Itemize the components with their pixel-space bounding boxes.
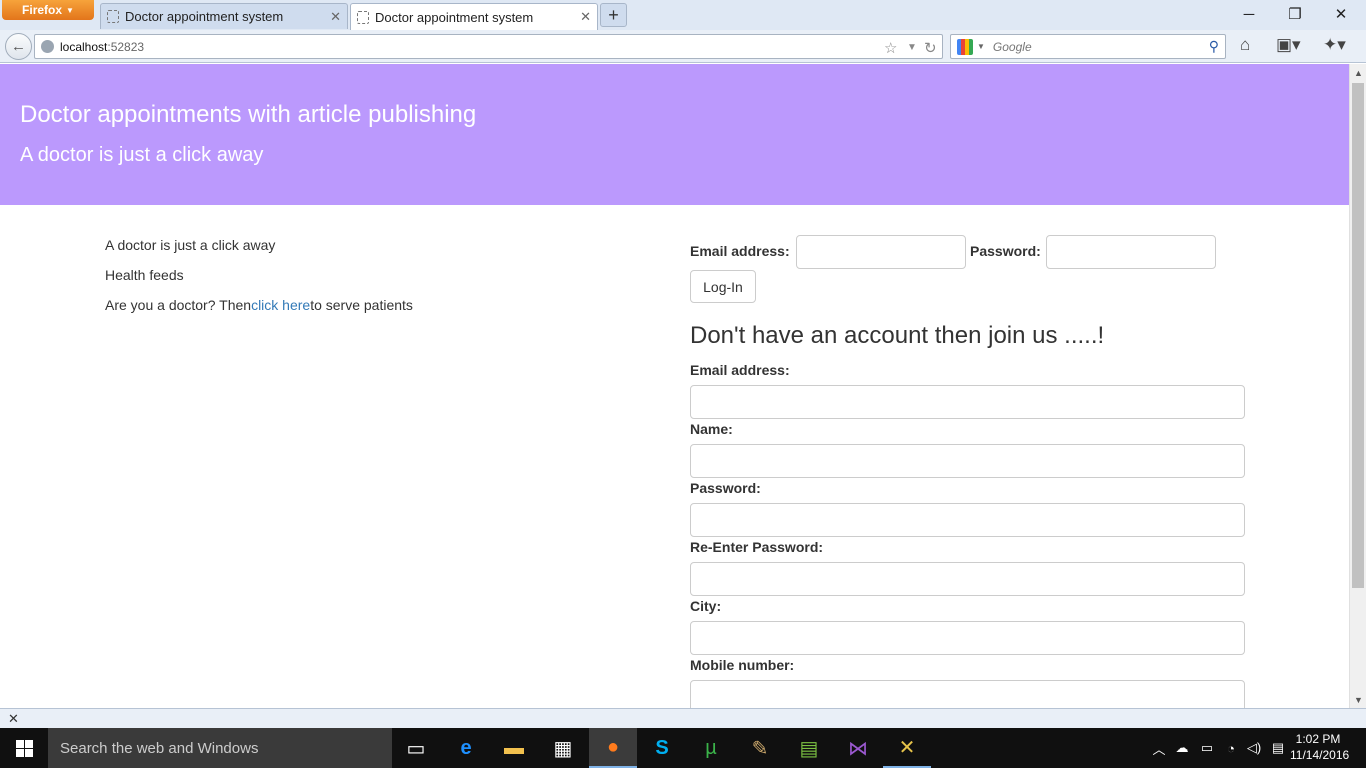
browser-tab[interactable]: Doctor appointment system ✕ [100,3,348,29]
firefox-menu-button[interactable]: Firefox ▼ [2,0,94,20]
home-icon[interactable]: ⌂ [1240,35,1250,55]
clock-date: 11/14/2016 [1290,748,1350,762]
restore-button[interactable]: ❐ [1272,0,1318,28]
close-icon[interactable]: ✕ [330,9,341,25]
taskbar-search-box[interactable]: Search the web and Windows [48,728,392,768]
tab-title: Doctor appointment system [125,9,284,24]
globe-icon [41,40,54,53]
iis-express-icon[interactable]: ✕ [883,728,931,768]
action-center-icon[interactable]: ▤ [1268,728,1288,768]
paint-icon[interactable]: ✎ [736,728,784,768]
volume-icon[interactable]: ◁) [1244,728,1264,768]
plus-icon: + [608,4,619,25]
login-password-label: Password: [970,243,1041,259]
store-icon[interactable]: ▦ [539,728,587,768]
task-view-icon[interactable]: ▭ [392,728,440,768]
chevron-down-icon[interactable]: ▼ [977,42,985,51]
restore-icon: ❐ [1288,6,1302,23]
header-banner: Doctor appointments with article publish… [0,64,1349,205]
browser-tab-active[interactable]: Doctor appointment system ✕ [350,3,598,30]
google-icon[interactable] [957,38,973,55]
register-name-label: Name: [690,421,733,437]
back-button[interactable]: ← [5,33,32,60]
scroll-up-icon[interactable]: ▲ [1350,64,1366,81]
doctor-prefix: Are you a doctor? Then [105,297,252,313]
login-email-label: Email address: [690,243,790,259]
doctor-signup-link[interactable]: click here [251,297,310,313]
search-bar[interactable]: ▼ Google ⚲ [950,34,1226,59]
register-heading: Don't have an account then join us .....… [690,322,1105,349]
tab-title: Doctor appointment system [375,9,534,25]
register-name-input[interactable] [690,444,1245,478]
register-mobile-input[interactable] [690,680,1245,708]
firefox-icon[interactable]: ● [589,728,637,768]
register-reenter-password-label: Re-Enter Password: [690,539,824,555]
page-viewport: Doctor appointments with article publish… [0,64,1349,708]
close-window-button[interactable]: ✕ [1318,0,1364,28]
scrollbar-thumb[interactable] [1352,83,1364,588]
page-scrollbar[interactable]: ▲ ▼ [1349,64,1366,708]
utorrent-icon[interactable]: µ [687,728,735,768]
taskbar-clock[interactable]: 1:02 PM 11/14/2016 [1290,731,1350,763]
minimize-icon: ─ [1243,5,1255,23]
side-nav-item-health-feeds[interactable]: Health feeds [105,267,184,283]
start-button[interactable] [0,728,48,768]
bookmark-star-icon[interactable]: ☆ [884,39,897,57]
login-button[interactable]: Log-In [690,270,756,303]
reload-icon[interactable]: ↻ [924,39,937,57]
url-host: localhost [60,39,108,54]
url-bar[interactable]: localhost:52823 ☆ ▼ ↻ [34,34,943,59]
register-email-input[interactable] [690,385,1245,419]
page-icon [357,10,369,24]
chevron-up-icon[interactable]: ︿ [1150,728,1168,768]
browser-tab-bar: Firefox ▼ Doctor appointment system ✕ Do… [0,0,1366,30]
file-explorer-icon[interactable]: ▬ [490,728,538,768]
chevron-down-icon: ▼ [66,5,74,15]
clock-time: 1:02 PM [1295,732,1341,746]
close-icon[interactable]: ✕ [8,711,19,727]
page-tagline: A doctor is just a click away [20,144,264,166]
browser-nav-bar: ← localhost:52823 ☆ ▼ ↻ ▼ Google ⚲ ⌂ ▣▾ … [0,30,1366,63]
tools-icon[interactable]: ✦▾ [1323,35,1346,55]
arrow-left-icon: ← [11,38,26,55]
register-city-input[interactable] [690,621,1245,655]
scroll-down-icon[interactable]: ▼ [1350,691,1366,708]
url-text: localhost:52823 [60,40,144,54]
close-icon[interactable]: ✕ [580,9,591,25]
search-icon[interactable]: ⚲ [1209,38,1219,55]
close-icon: ✕ [1334,6,1348,23]
page-icon [107,10,119,23]
login-email-input[interactable] [796,235,966,269]
side-nav-item[interactable]: A doctor is just a click away [105,237,275,253]
register-reenter-password-input[interactable] [690,562,1245,596]
page-title: Doctor appointments with article publish… [20,101,477,128]
new-tab-button[interactable]: + [600,3,627,27]
onedrive-icon[interactable]: ☁ [1172,728,1192,768]
notepad-icon[interactable]: ▤ [785,728,833,768]
url-port: :52823 [107,39,145,54]
windows-icon [15,739,33,757]
register-password-input[interactable] [690,503,1245,537]
search-placeholder: Google [992,39,1032,54]
edge-icon[interactable]: e [442,728,490,768]
minimize-button[interactable]: ─ [1226,0,1272,28]
register-mobile-label: Mobile number: [690,657,795,673]
bookmarks-icon[interactable]: ▣▾ [1276,35,1301,55]
firefox-menu-label: Firefox [22,3,63,17]
visual-studio-icon[interactable]: ⋈ [834,728,882,768]
doctor-signup-text: Are you a doctor? Thenclick hereto serve… [105,297,413,313]
addon-bar: ✕ [0,708,1366,728]
register-email-label: Email address: [690,362,790,378]
windows-taskbar: Search the web and Windows ▭ e ▬ ▦ ● S µ… [0,728,1366,768]
wifi-icon[interactable]: ◔ [1221,728,1241,768]
register-city-label: City: [690,598,722,614]
register-password-label: Password: [690,480,761,496]
battery-icon[interactable]: ▭ [1197,728,1217,768]
login-password-input[interactable] [1046,235,1216,269]
doctor-suffix: to serve patients [310,297,413,313]
history-dropdown-icon[interactable]: ▼ [907,42,917,53]
skype-icon[interactable]: S [638,728,686,768]
